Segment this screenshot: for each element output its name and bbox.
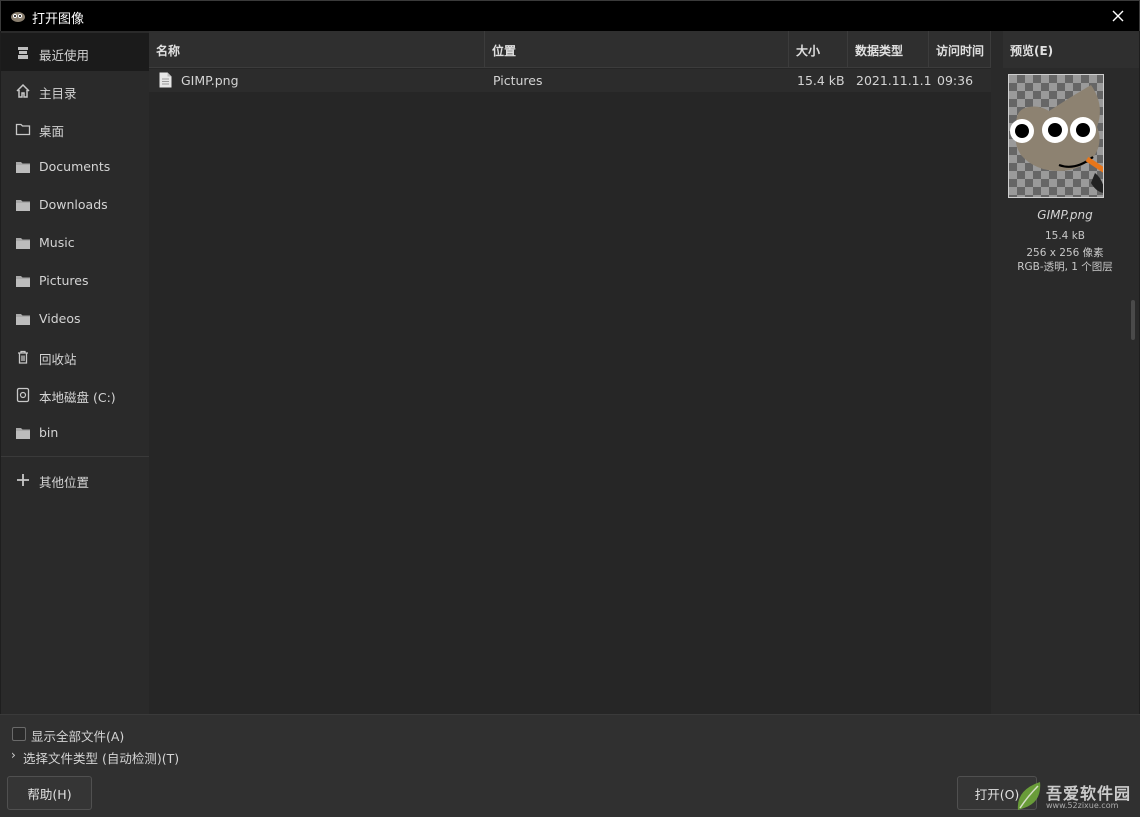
sidebar-item-label: Music (39, 235, 75, 250)
sidebar-item-label: 其他位置 (39, 475, 90, 490)
window-title: 打开图像 (32, 12, 85, 27)
column-header-location[interactable]: 位置 (485, 31, 789, 68)
sidebar-item-trash[interactable]: 回收站 (1, 337, 149, 375)
show-all-files-label[interactable]: 显示全部文件(A) (31, 726, 124, 745)
preview-header: 预览(E) (1003, 31, 1139, 68)
sidebar-item-label: 最近使用 (39, 48, 90, 63)
preview-panel: 预览(E) GIMP.png 15.4 kB 256 x 256 像素 RGB-… (991, 31, 1139, 714)
scrollbar[interactable] (1131, 300, 1135, 340)
recent-icon (14, 44, 32, 62)
sidebar-item-downloads[interactable]: Downloads (1, 185, 149, 223)
preview-thumbnail (1008, 74, 1104, 198)
sidebar-item-label: Downloads (39, 197, 108, 212)
column-header-size[interactable]: 大小 (789, 31, 848, 68)
sidebar-item-videos[interactable]: Videos (1, 299, 149, 337)
sidebar-item-pictures[interactable]: Pictures (1, 261, 149, 299)
preview-mode: RGB-透明, 1 个图层 (1017, 261, 1113, 273)
sidebar-item-bin[interactable]: bin (1, 413, 149, 451)
sidebar-item-label: Pictures (39, 273, 89, 288)
column-header-time[interactable]: 访问时间 (929, 31, 991, 68)
preview-filename: GIMP.png (1037, 208, 1093, 222)
leaf-logo-icon (1017, 782, 1041, 810)
watermark-url: www.52zixue.com (1046, 801, 1119, 810)
column-header-name[interactable]: 名称 (149, 31, 485, 68)
close-icon (1112, 10, 1124, 22)
file-type: 2021.11.1.1 (856, 73, 932, 88)
close-button[interactable] (1105, 4, 1131, 28)
title-bar: 打开图像 (0, 0, 1140, 31)
sidebar-item-label: bin (39, 425, 59, 440)
sidebar-divider (1, 456, 149, 457)
sidebar-item-other-locations[interactable]: 其他位置 (1, 460, 149, 498)
plus-icon (14, 471, 32, 489)
chevron-right-icon[interactable]: › (11, 748, 16, 762)
places-sidebar: 最近使用 主目录 桌面 Documents Downloads Music Pi… (1, 31, 149, 714)
watermark: 吾爱软件园 www.52zixue.com (1012, 778, 1136, 814)
folder-icon (14, 196, 32, 214)
preview-size: 15.4 kB (1044, 230, 1085, 242)
table-row[interactable]: GIMP.png Pictures 15.4 kB 2021.11.1.1 09… (149, 69, 991, 92)
file-access-time: 09:36 (937, 73, 974, 88)
help-button[interactable]: 帮助(H) (7, 776, 92, 810)
folder-icon (14, 424, 32, 442)
sidebar-item-label: Videos (39, 311, 81, 326)
sidebar-item-desktop[interactable]: 桌面 (1, 109, 149, 147)
sidebar-item-label: Documents (39, 159, 111, 174)
folder-icon (14, 310, 32, 328)
file-icon (159, 72, 172, 88)
sidebar-item-recent[interactable]: 最近使用 (1, 33, 149, 71)
sidebar-item-label: 回收站 (39, 352, 77, 367)
sidebar-item-local-disk[interactable]: 本地磁盘 (C:) (1, 375, 149, 413)
file-size: 15.4 kB (797, 73, 845, 88)
dialog-footer: 显示全部文件(A) › 选择文件类型 (自动检测)(T) 帮助(H) 打开(O) (0, 714, 1140, 817)
drive-icon (14, 386, 32, 404)
file-list-header: 名称 位置 大小 数据类型 访问时间 (149, 31, 991, 68)
gimp-app-icon (11, 12, 25, 22)
sidebar-item-label: 本地磁盘 (C:) (39, 390, 116, 405)
home-icon (14, 82, 32, 100)
sidebar-item-documents[interactable]: Documents (1, 147, 149, 185)
sidebar-item-label: 桌面 (39, 124, 65, 139)
folder-icon (14, 272, 32, 290)
file-list: 名称 位置 大小 数据类型 访问时间 GIMP.png Pictures 15.… (149, 31, 991, 714)
gimp-mascot-image (1010, 85, 1103, 193)
preview-dimensions: 256 x 256 像素 (1026, 247, 1104, 259)
desktop-folder-icon (14, 120, 32, 138)
show-all-files-checkbox[interactable] (12, 727, 26, 741)
column-header-type[interactable]: 数据类型 (848, 31, 929, 68)
select-file-type-expander[interactable]: 选择文件类型 (自动检测)(T) (23, 748, 179, 767)
sidebar-item-home[interactable]: 主目录 (1, 71, 149, 109)
file-name: GIMP.png (181, 73, 239, 88)
folder-icon (14, 234, 32, 252)
sidebar-item-label: 主目录 (39, 86, 77, 101)
trash-icon (14, 348, 32, 366)
file-location: Pictures (493, 73, 543, 88)
folder-icon (14, 158, 32, 176)
sidebar-item-music[interactable]: Music (1, 223, 149, 261)
